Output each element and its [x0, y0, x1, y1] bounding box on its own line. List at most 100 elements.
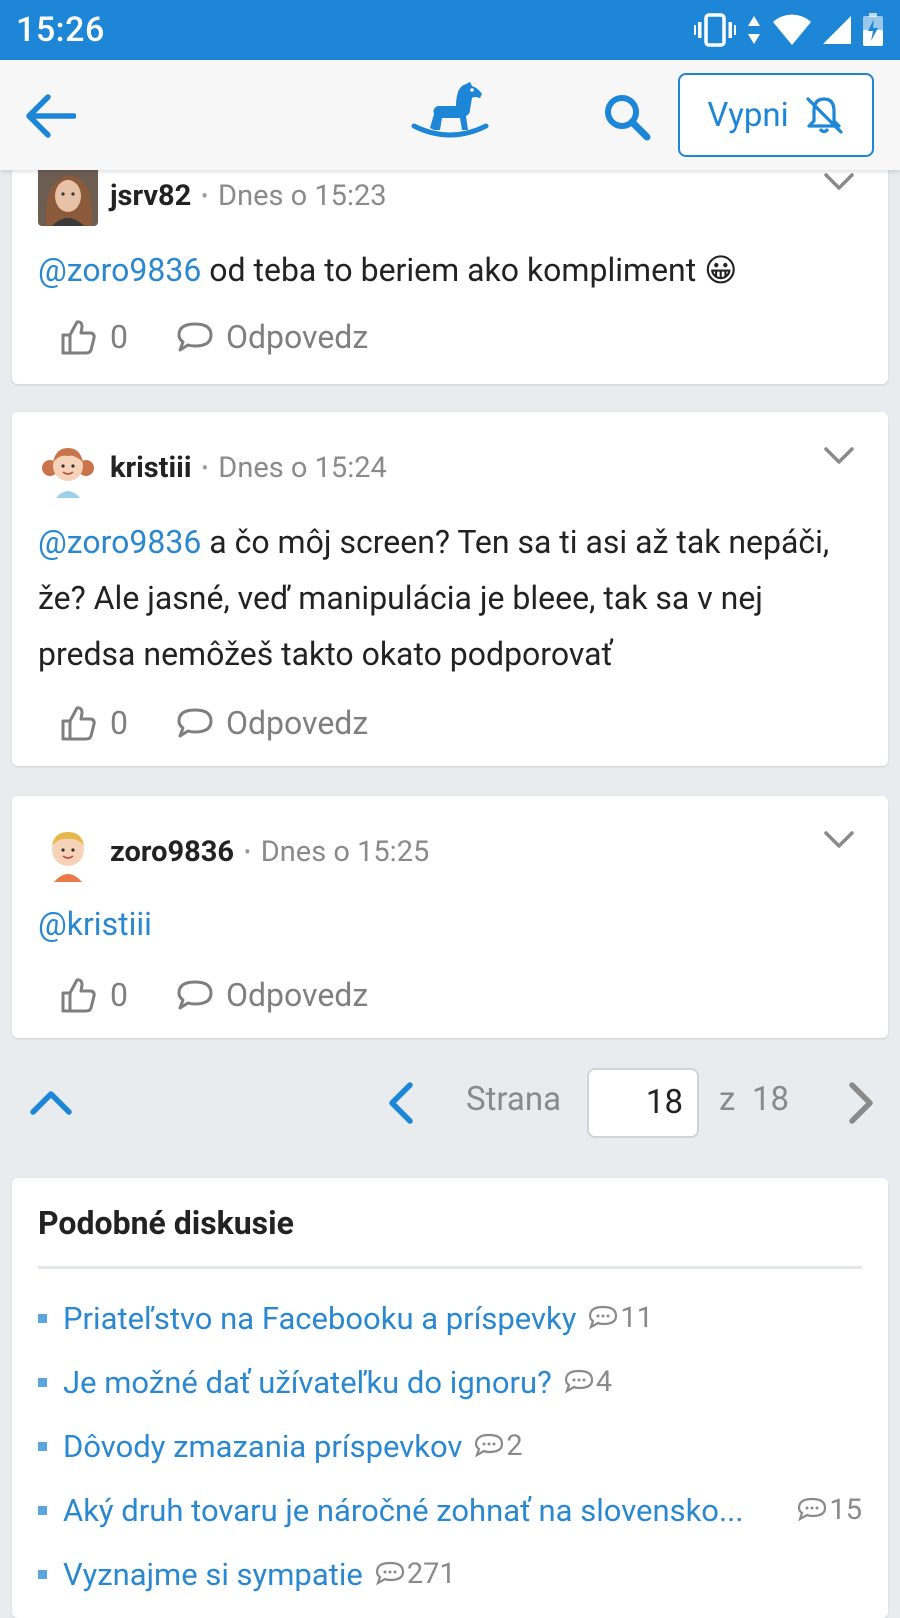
reply-label: Odpovedz [225, 704, 369, 742]
post-author[interactable]: jsrv82 [110, 179, 191, 213]
page-label: Strana [466, 1080, 562, 1119]
post-body: od teba to beriem ako kompliment 😀 [201, 251, 738, 289]
data-arrows-icon [748, 16, 760, 44]
speech-bubble-icon [177, 708, 213, 738]
vibrate-icon [694, 13, 736, 47]
post-actions: 0 Odpovedz [60, 700, 368, 746]
like-button[interactable]: 0 [60, 976, 128, 1014]
thumbs-up-icon [61, 320, 96, 355]
comment-icon [475, 1433, 504, 1458]
battery-icon [863, 13, 883, 46]
post-header: kristiii • Dnes o 15:24 [38, 438, 387, 498]
post-header: jsrv82 • Dnes o 15:23 [38, 166, 387, 226]
status-bar: 15:26 [0, 0, 900, 60]
bullet [38, 1313, 47, 1323]
user-mention[interactable]: @zoro9836 [38, 251, 201, 289]
post-text: @zoro9836 a čo môj screen? Ten sa ti asi… [38, 514, 858, 682]
list-item: Priateľstvo na Facebooku a príspevky 11 [38, 1286, 862, 1350]
post-actions: 0 Odpovedz [60, 972, 368, 1018]
section-title: Podobné diskusie [38, 1204, 294, 1242]
bell-off-icon [806, 97, 843, 134]
back-button[interactable] [22, 88, 78, 144]
reply-label: Odpovedz [225, 318, 369, 356]
scroll-to-top-button[interactable] [28, 1082, 74, 1122]
thumbs-up-icon [61, 706, 96, 741]
list-item: Vyznajme si sympatie 271 [38, 1542, 862, 1606]
post-actions: 0 Odpovedz [60, 314, 368, 360]
comment-icon [798, 1497, 827, 1522]
page-of-label: z [719, 1080, 736, 1119]
reply-button[interactable]: Odpovedz [176, 704, 368, 742]
list-item: Dôvody zmazania príspevkov 2 [38, 1414, 862, 1478]
post-author[interactable]: kristiii [110, 451, 192, 485]
reply-button[interactable]: Odpovedz [176, 318, 368, 356]
discussion-link[interactable]: Priateľstvo na Facebooku a príspevky [63, 1300, 576, 1337]
discussion-link[interactable]: Vyznajme si sympatie [63, 1556, 363, 1593]
like-button[interactable]: 0 [60, 318, 128, 356]
wifi-icon [773, 14, 811, 45]
arrow-left-icon [26, 94, 76, 138]
search-button[interactable] [598, 88, 656, 146]
comment-count: 15 [797, 1493, 862, 1527]
post-card: kristiii • Dnes o 15:24 @zoro9836 a čo m… [12, 412, 888, 766]
post-author[interactable]: zoro9836 [110, 835, 234, 869]
separator-dot: • [201, 456, 209, 480]
list-item: Je možné dať užívateľku do ignoru? 4 [38, 1350, 862, 1414]
rocking-horse-icon [411, 82, 489, 138]
cell-signal-icon [823, 16, 851, 44]
user-photo-icon [38, 166, 98, 226]
discussion-link[interactable]: Dôvody zmazania príspevkov [63, 1428, 462, 1465]
similar-discussions-card: Podobné diskusie Priateľstvo na Facebook… [12, 1178, 888, 1618]
user-mention[interactable]: @kristiii [38, 905, 152, 943]
separator-dot: • [201, 184, 209, 208]
bullet [38, 1377, 47, 1387]
discussion-link[interactable]: Je možné dať užívateľku do ignoru? [63, 1364, 552, 1401]
reply-button[interactable]: Odpovedz [176, 976, 368, 1014]
discussion-link[interactable]: Aký druh tovaru je náročné zohnať na slo… [63, 1492, 785, 1529]
chevron-down-icon[interactable] [822, 822, 856, 856]
bullet [38, 1505, 47, 1515]
speech-bubble-icon [177, 322, 213, 352]
post-text: @zoro9836 od teba to beriem ako komplime… [38, 242, 858, 298]
post-time: Dnes o 15:24 [218, 451, 387, 485]
rocking-horse-logo[interactable] [410, 80, 490, 146]
like-count: 0 [110, 976, 128, 1014]
similar-discussions-list: Priateľstvo na Facebooku a príspevky 11 … [38, 1286, 862, 1606]
speech-bubble-icon [177, 980, 213, 1010]
list-item: Aký druh tovaru je náročné zohnať na slo… [38, 1478, 862, 1542]
previous-page-button[interactable] [382, 1080, 422, 1126]
post-time: Dnes o 15:25 [260, 835, 430, 869]
comment-count-value: 2 [506, 1429, 523, 1463]
avatar[interactable] [38, 822, 98, 882]
user-mention[interactable]: @zoro9836 [38, 523, 201, 561]
avatar[interactable] [38, 438, 98, 498]
chevron-down-icon[interactable] [822, 438, 856, 472]
comment-count: 271 [375, 1557, 456, 1591]
post-card: zoro9836 • Dnes o 15:25 @kristiii 0 Odpo… [12, 796, 888, 1038]
thumbs-up-icon [61, 978, 96, 1013]
avatar[interactable] [38, 166, 98, 226]
page-total: 18 [752, 1080, 790, 1119]
status-time: 15:26 [16, 10, 105, 50]
next-page-button[interactable] [840, 1080, 880, 1126]
comment-count-value: 271 [406, 1557, 456, 1591]
bullet [38, 1569, 47, 1579]
post-time: Dnes o 15:23 [218, 179, 387, 213]
comment-icon [564, 1369, 593, 1394]
search-icon [605, 95, 651, 141]
mute-notifications-button[interactable]: Vypni [678, 73, 874, 157]
like-count: 0 [110, 704, 128, 742]
like-count: 0 [110, 318, 128, 356]
pagination: Strana 18 z 18 [0, 1068, 900, 1138]
divider [38, 1266, 862, 1269]
post-header: zoro9836 • Dnes o 15:25 [38, 822, 429, 882]
comment-count: 11 [588, 1301, 653, 1335]
cartoon-girl-avatar-icon [38, 438, 98, 498]
cartoon-boy-avatar-icon [38, 822, 98, 882]
page-number-input[interactable]: 18 [587, 1068, 699, 1138]
comment-count: 2 [474, 1429, 523, 1463]
comment-count-value: 4 [595, 1365, 613, 1399]
comment-icon [589, 1305, 618, 1330]
like-button[interactable]: 0 [60, 704, 128, 742]
comment-count-value: 15 [829, 1493, 862, 1527]
